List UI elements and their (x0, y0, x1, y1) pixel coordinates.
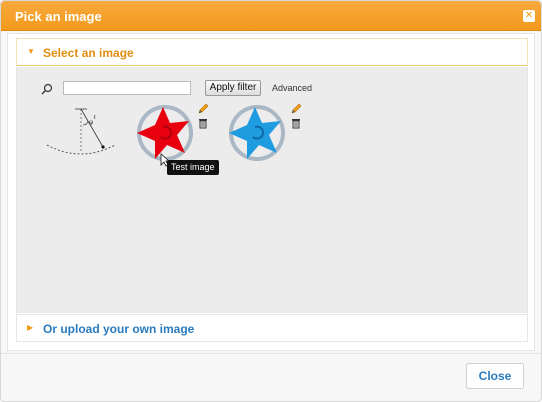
image-thumbnail-pendulum[interactable]: φ ℓ (45, 107, 117, 159)
pick-image-dialog: Pick an image ✕ ▼ Select an image Apply … (0, 0, 542, 402)
delete-trash-icon[interactable] (197, 117, 209, 129)
footer-divider (1, 353, 541, 354)
dialog-title: Pick an image (15, 9, 102, 24)
search-icon (41, 83, 53, 95)
dialog-content: ▼ Select an image Apply filter Advanced (7, 33, 535, 351)
expanded-arrow-icon: ▼ (27, 47, 35, 56)
close-button[interactable]: Close (466, 363, 524, 389)
image-thumbnail-blue-star[interactable] (225, 103, 285, 163)
select-image-panel: Apply filter Advanced φ ℓ Test image (16, 67, 528, 313)
upload-image-header[interactable]: ▶ Or upload your own image (16, 314, 528, 342)
advanced-link[interactable]: Advanced (272, 83, 312, 93)
edit-pencil-icon[interactable] (290, 103, 302, 115)
apply-filter-button[interactable]: Apply filter (205, 80, 261, 96)
image-tooltip: Test image (167, 160, 219, 175)
close-icon[interactable]: ✕ (523, 10, 535, 22)
dialog-titlebar: Pick an image ✕ (1, 1, 541, 31)
filter-input[interactable] (63, 81, 191, 95)
collapsed-arrow-icon: ▶ (27, 323, 34, 332)
delete-trash-icon[interactable] (290, 117, 302, 129)
select-image-header[interactable]: ▼ Select an image (16, 38, 528, 66)
edit-pencil-icon[interactable] (197, 103, 209, 115)
upload-image-label: Or upload your own image (43, 322, 195, 336)
select-image-label: Select an image (43, 46, 134, 60)
svg-text:ℓ: ℓ (93, 114, 96, 121)
